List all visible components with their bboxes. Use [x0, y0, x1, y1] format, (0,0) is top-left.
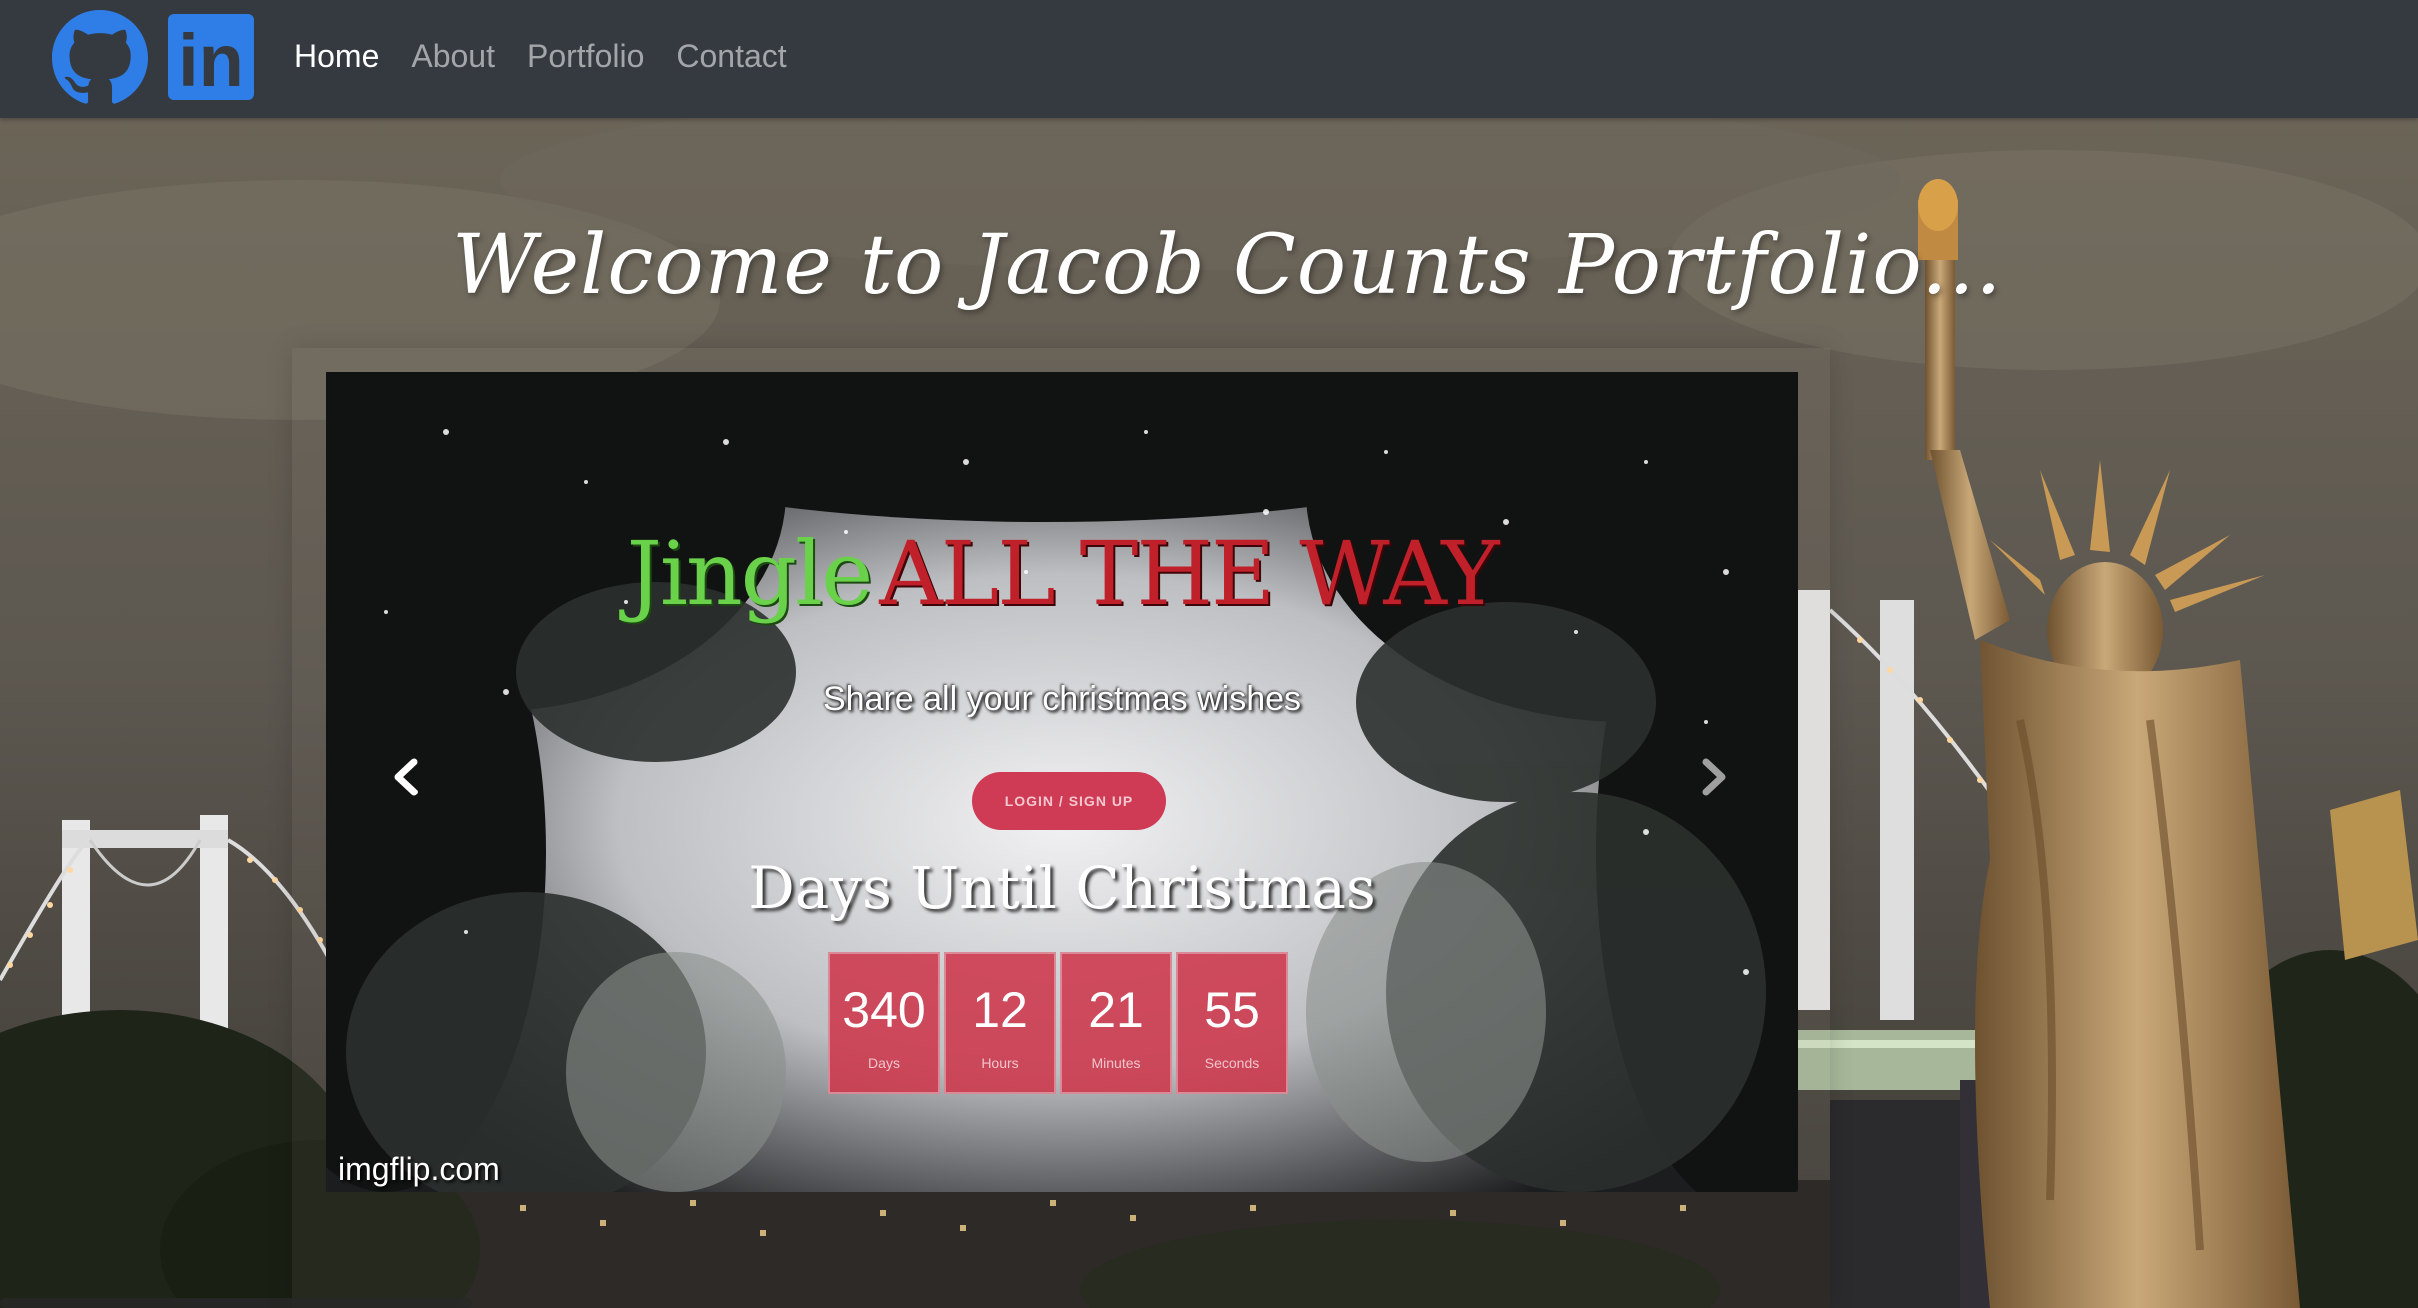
horizontal-scrollbar[interactable] [0, 1298, 472, 1308]
countdown-label: Seconds [1204, 1055, 1260, 1071]
page-title: Welcome to Jacob Counts Portfolio... [452, 218, 2003, 313]
slide-title-word1: Jingle [626, 522, 874, 625]
chevron-left-icon[interactable] [382, 752, 432, 802]
nav-link-contact[interactable]: Contact [660, 38, 802, 75]
countdown-value: 340 [842, 982, 926, 1038]
countdown-title: Days Until Christmas [748, 854, 1376, 922]
countdown-label: Minutes [1091, 1055, 1141, 1071]
slide-title: JingleALL THE WAY [326, 522, 1798, 625]
countdown-minutes: 21 Minutes [1060, 952, 1172, 1094]
countdown-value: 12 [972, 982, 1028, 1038]
login-signup-button: LOGIN / SIGN UP [972, 772, 1166, 830]
countdown-seconds: 55 Seconds [1176, 952, 1288, 1094]
nav-link-about[interactable]: About [395, 38, 511, 75]
slide-title-word2: ALL THE WAY [879, 522, 1499, 625]
countdown-label: Hours [981, 1055, 1019, 1071]
chevron-right-icon[interactable] [1688, 752, 1738, 802]
nav-links: Home About Portfolio Contact [278, 0, 803, 112]
github-icon[interactable] [52, 10, 148, 106]
slide-subtitle: Share all your christmas wishes [822, 680, 1302, 718]
project-carousel[interactable]: JingleALL THE WAY Share all your christm… [326, 372, 1798, 1192]
svg-text:in: in [178, 19, 244, 100]
countdown-value: 55 [1204, 982, 1260, 1038]
watermark: imgflip.com [338, 1151, 500, 1187]
countdown-hours: 12 Hours [944, 952, 1056, 1094]
linkedin-icon[interactable]: in [168, 14, 254, 100]
navbar: in Home About Portfolio Contact [0, 0, 2418, 118]
nav-link-portfolio[interactable]: Portfolio [511, 38, 660, 75]
countdown: 340 Days 12 Hours 21 Minutes 55 Seconds [828, 952, 1288, 1094]
countdown-days: 340 Days [828, 952, 940, 1094]
nav-link-home[interactable]: Home [278, 38, 395, 75]
countdown-value: 21 [1088, 982, 1144, 1038]
countdown-label: Days [868, 1055, 900, 1071]
